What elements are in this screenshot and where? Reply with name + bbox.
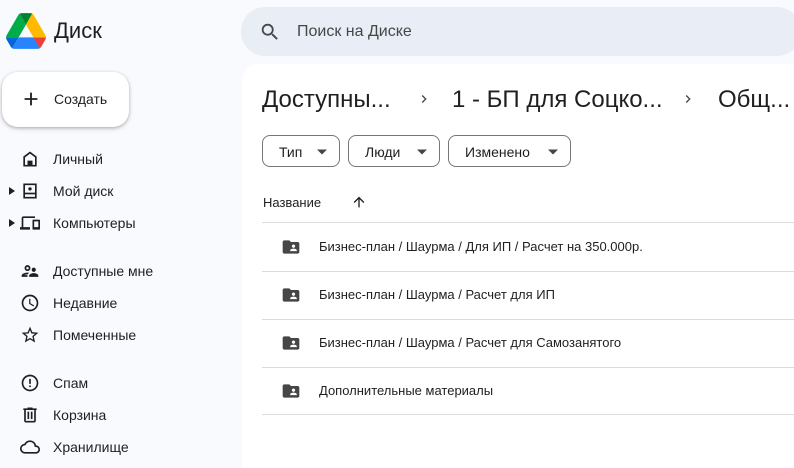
sidebar-item-label: Хранилище <box>53 439 129 455</box>
main-content: Доступны... 1 - БП для Соцко... Общ... Т… <box>242 64 794 468</box>
dropdown-arrow-icon <box>417 149 427 155</box>
breadcrumb-item[interactable]: Общ... <box>718 86 790 114</box>
sort-arrow-up-icon[interactable] <box>351 194 367 210</box>
sidebar-item-shared-with-me[interactable]: Доступные мне <box>0 255 236 287</box>
filter-label: Изменено <box>465 144 530 160</box>
sidebar-item-computers[interactable]: Компьютеры <box>0 207 236 239</box>
create-button-label: Создать <box>54 91 108 107</box>
spam-icon <box>21 374 39 392</box>
item-name: Бизнес-план / Шаурма / Расчет для ИП <box>319 287 555 302</box>
sidebar-item-label: Личный <box>53 151 103 167</box>
search-input[interactable] <box>297 17 777 47</box>
column-header-name[interactable]: Название <box>263 195 321 210</box>
breadcrumb-item[interactable]: 1 - БП для Соцко... <box>452 86 663 114</box>
drive-app: Диск Создать Личный Мой диск <box>0 0 794 468</box>
dropdown-arrow-icon <box>548 149 558 155</box>
chevron-right-icon <box>421 95 427 103</box>
trash-icon <box>23 407 37 423</box>
sidebar-item-starred[interactable]: Помеченные <box>0 319 236 351</box>
star-icon <box>21 326 39 343</box>
create-button[interactable]: Создать <box>2 72 129 127</box>
list-item[interactable]: Бизнес-план / Шаурма / Расчет для Самоза… <box>262 319 794 367</box>
filter-modified[interactable]: Изменено <box>448 135 571 167</box>
sidebar-item-label: Спам <box>53 375 89 391</box>
shared-folder-icon <box>282 240 300 254</box>
my-drive-icon <box>23 183 37 199</box>
search-icon[interactable] <box>259 21 281 43</box>
computers-icon <box>20 216 40 230</box>
search-bar[interactable] <box>241 7 794 56</box>
expand-arrow-icon[interactable] <box>9 187 15 195</box>
home-icon <box>23 151 37 167</box>
divider <box>262 414 794 415</box>
drive-logo-icon[interactable] <box>6 13 46 49</box>
list-item[interactable]: Бизнес-план / Шаурма / Для ИП / Расчет н… <box>262 223 794 271</box>
sidebar-item-label: Мой диск <box>53 183 114 199</box>
item-name: Бизнес-план / Шаурма / Для ИП / Расчет н… <box>319 239 643 254</box>
shared-folder-icon <box>282 336 300 350</box>
filter-label: Люди <box>365 144 401 160</box>
sidebar-item-label: Компьютеры <box>53 215 136 231</box>
dropdown-arrow-icon <box>317 149 327 155</box>
sidebar-item-storage[interactable]: Хранилище <box>0 431 236 463</box>
filter-label: Тип <box>279 144 303 160</box>
shared-folder-icon <box>282 384 300 398</box>
breadcrumb-item[interactable]: Доступны... <box>262 86 391 114</box>
shared-folder-icon <box>282 288 300 302</box>
sidebar-item-label: Недавние <box>53 295 118 311</box>
list-item[interactable]: Дополнительные материалы <box>262 367 794 415</box>
sidebar-item-label: Корзина <box>53 407 107 423</box>
filter-people[interactable]: Люди <box>348 135 440 167</box>
sidebar-item-trash[interactable]: Корзина <box>0 399 236 431</box>
list-item[interactable]: Бизнес-план / Шаурма / Расчет для ИП <box>262 271 794 319</box>
chevron-right-icon <box>685 95 691 103</box>
clock-icon <box>21 294 39 312</box>
sidebar-item-personal[interactable]: Личный <box>0 143 236 175</box>
sidebar-item-label: Помеченные <box>53 327 137 343</box>
people-icon <box>21 265 39 277</box>
plus-icon <box>24 92 38 106</box>
sidebar-item-spam[interactable]: Спам <box>0 367 236 399</box>
app-name: Диск <box>54 18 102 43</box>
item-name: Дополнительные материалы <box>319 383 494 398</box>
sidebar-item-label: Доступные мне <box>53 263 154 279</box>
cloud-icon <box>20 440 40 454</box>
expand-arrow-icon[interactable] <box>9 219 15 227</box>
item-name: Бизнес-план / Шаурма / Расчет для Самоза… <box>319 335 622 350</box>
filter-type[interactable]: Тип <box>262 135 340 167</box>
sidebar-item-my-drive[interactable]: Мой диск <box>0 175 236 207</box>
sidebar-item-recent[interactable]: Недавние <box>0 287 236 319</box>
